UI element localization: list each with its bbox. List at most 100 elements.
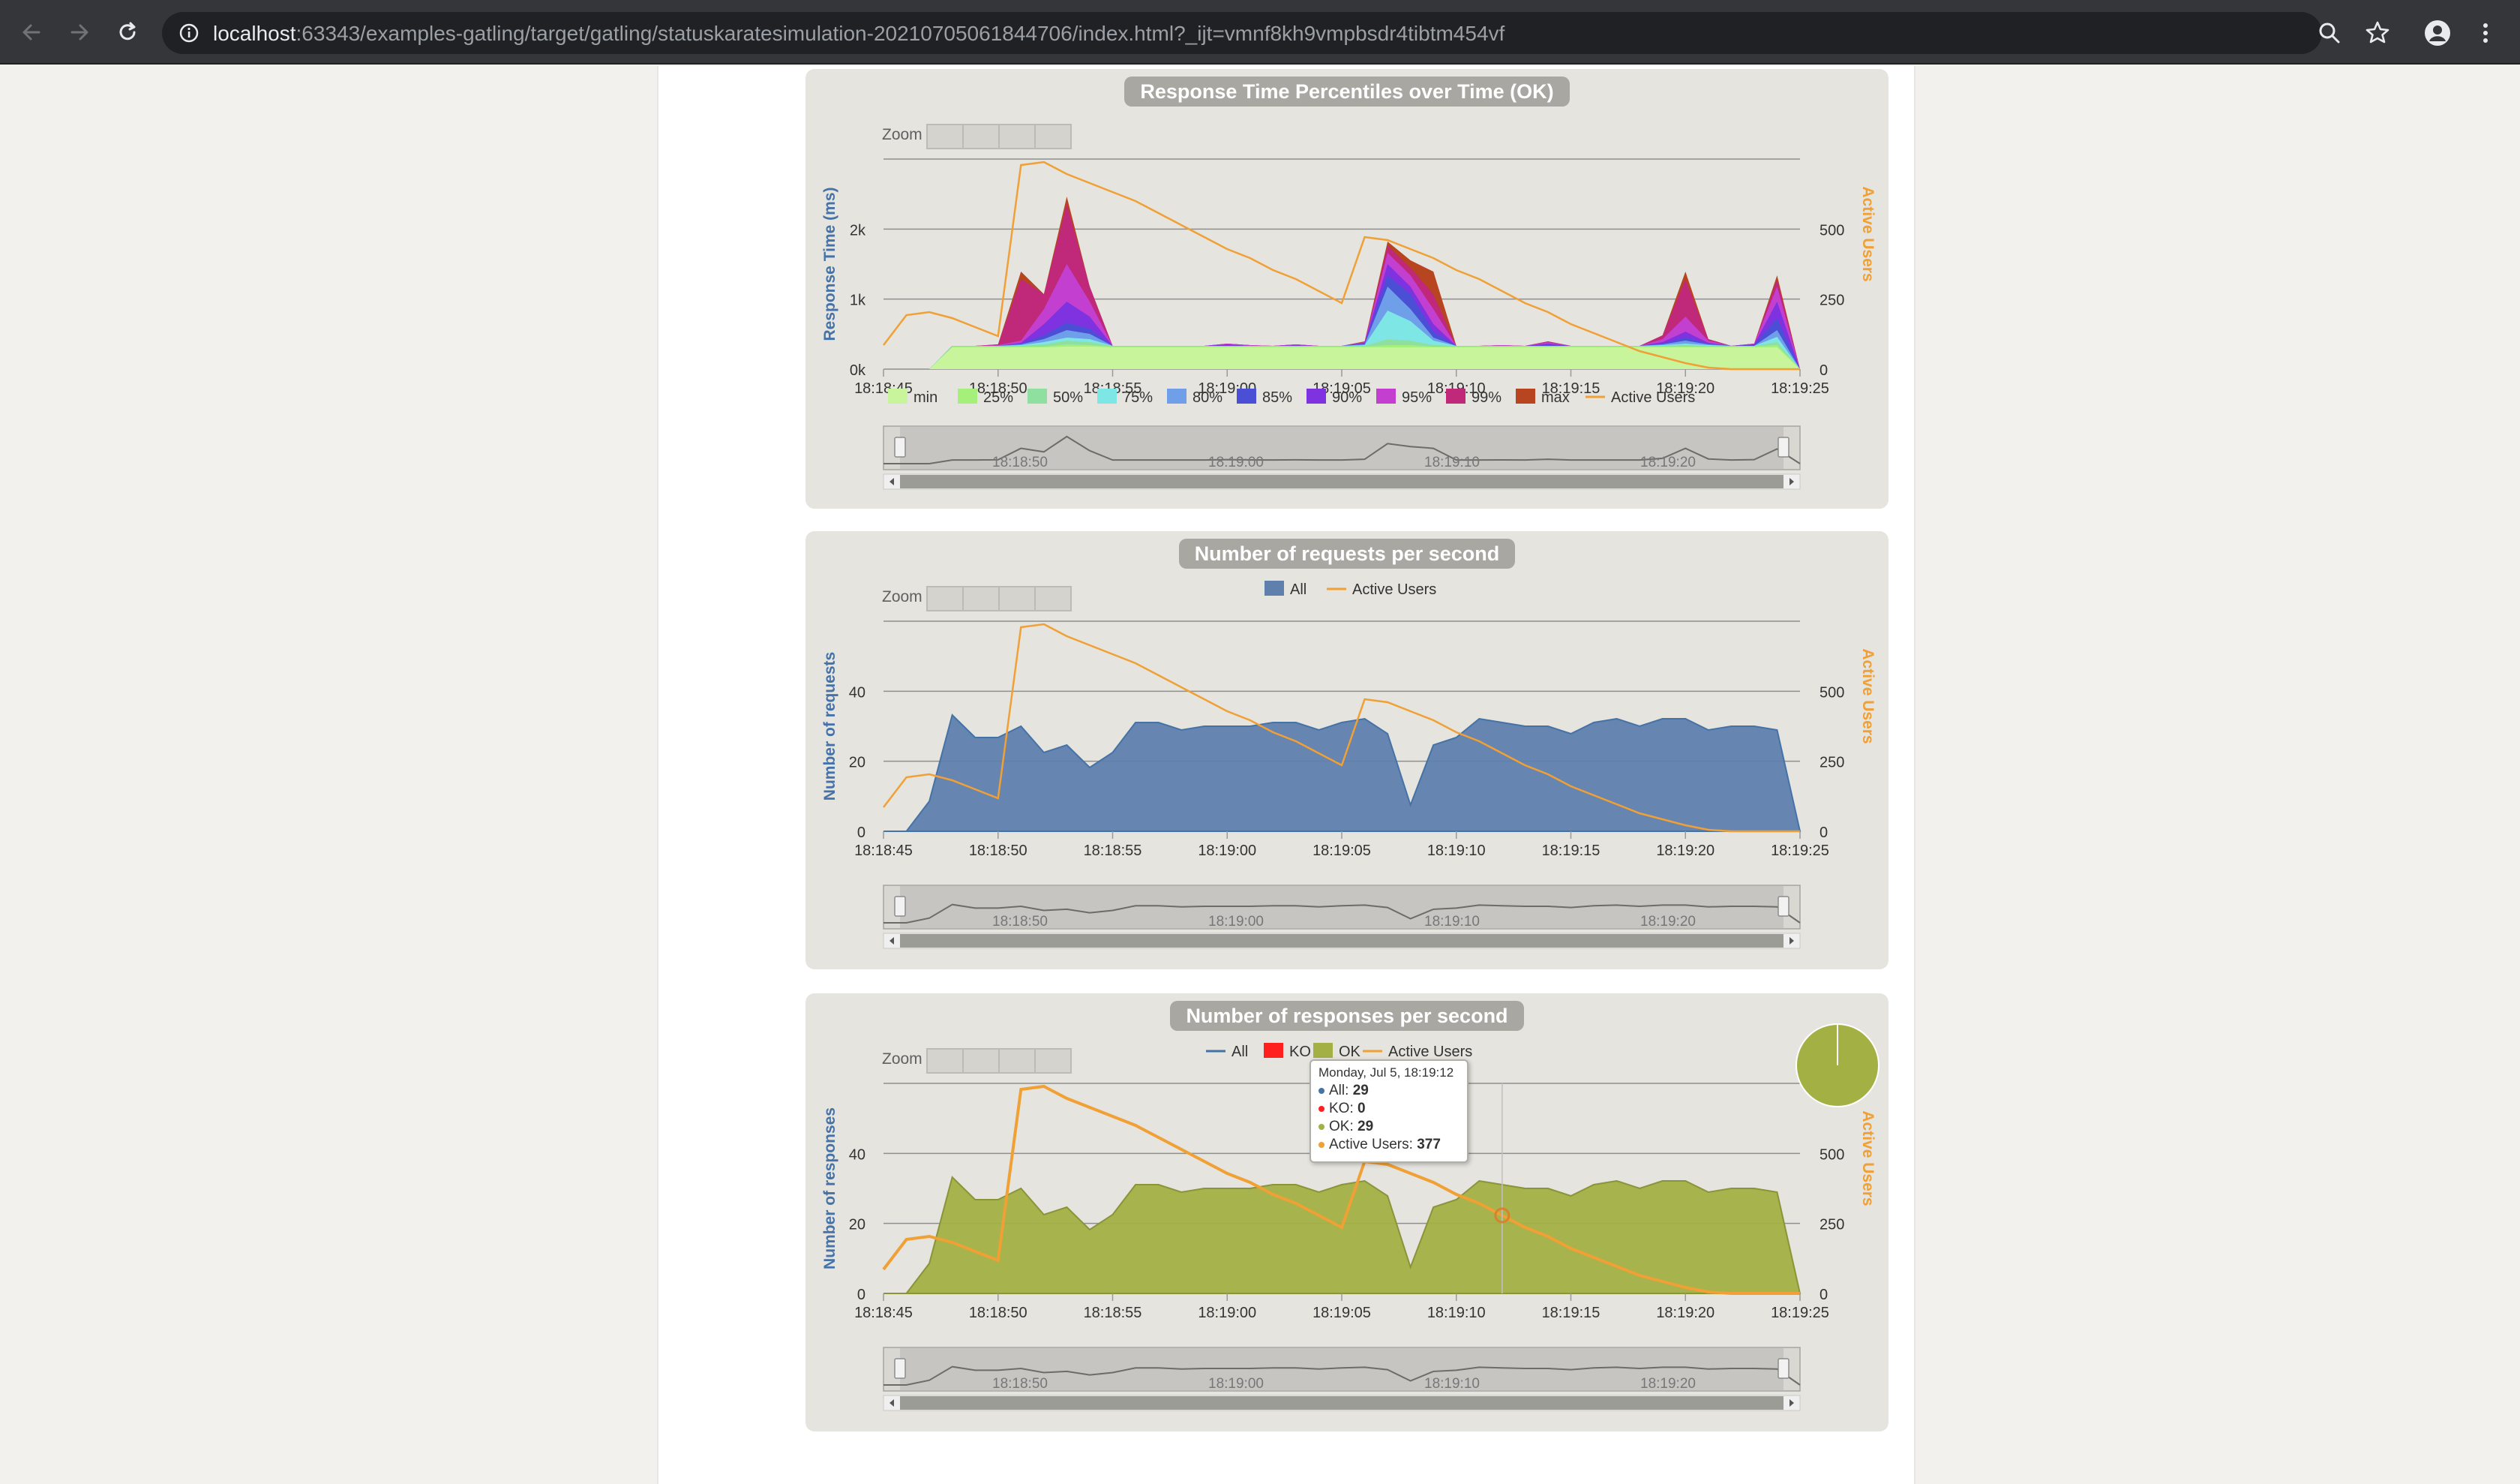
legend-label[interactable]: KO xyxy=(1289,1044,1311,1060)
zoom-button[interactable] xyxy=(1034,124,1072,149)
chart-title-box: Number of responses per second xyxy=(1170,1001,1524,1031)
back-arrow-icon[interactable] xyxy=(18,19,45,46)
scrollbar-thumb[interactable] xyxy=(900,934,1784,948)
y2-tick-label: 500 xyxy=(1820,222,1844,239)
legend-label[interactable]: Active Users xyxy=(1611,389,1695,406)
x-tick-label: 18:19:15 xyxy=(1542,1305,1600,1321)
legend-swatch-ko xyxy=(1264,1043,1283,1058)
legend-swatch-99pct xyxy=(1446,389,1466,404)
y2-tick-label: 250 xyxy=(1820,755,1844,771)
star-icon[interactable] xyxy=(2364,20,2391,47)
zoom-label: Zoom xyxy=(882,588,922,605)
zoom-label: Zoom xyxy=(882,126,922,143)
legend-label[interactable]: max xyxy=(1541,389,1570,406)
legend-label[interactable]: 75% xyxy=(1123,389,1153,406)
scrollbar-thumb[interactable] xyxy=(900,1396,1784,1410)
legend-swatch-min xyxy=(888,389,908,404)
legend-swatch-ok xyxy=(1313,1043,1333,1058)
scrollbar-thumb[interactable] xyxy=(900,475,1784,488)
y-axis-title: Number of requests xyxy=(821,652,838,801)
legend-swatch-75pct xyxy=(1097,389,1117,404)
navigator-tick-label: 18:18:50 xyxy=(992,455,1048,470)
tooltip-row-ok: OK: 29 xyxy=(1318,1118,1460,1136)
y-tick-label: 40 xyxy=(849,1146,866,1163)
address-bar[interactable]: localhost:63343/examples-gatling/target/… xyxy=(162,12,2322,54)
zoom-icon[interactable] xyxy=(2316,20,2343,47)
navigator-handle[interactable] xyxy=(1778,1358,1790,1379)
reload-icon[interactable] xyxy=(114,19,141,46)
profile-icon[interactable] xyxy=(2424,20,2451,47)
chart-title: Number of requests per second xyxy=(1194,542,1500,565)
zoom-button[interactable] xyxy=(1034,586,1072,611)
tooltip-row-ko: KO: 0 xyxy=(1318,1100,1460,1118)
zoom-button[interactable] xyxy=(998,1048,1036,1074)
x-tick-label: 18:19:00 xyxy=(1198,1305,1256,1321)
navigator-handle[interactable] xyxy=(1778,896,1790,917)
x-tick-label: 18:19:25 xyxy=(1771,843,1829,859)
y2-tick-label: 0 xyxy=(1820,1287,1828,1303)
legend-label[interactable]: 85% xyxy=(1262,389,1292,406)
tooltip-row-all: All: 29 xyxy=(1318,1082,1460,1100)
navigator-handle[interactable] xyxy=(894,1358,906,1379)
zoom-button[interactable] xyxy=(962,586,1000,611)
legend-label[interactable]: 80% xyxy=(1192,389,1222,406)
legend-label[interactable]: All xyxy=(1232,1044,1248,1060)
chart-tooltip: Monday, Jul 5, 18:19:12 All: 29 KO: 0 OK… xyxy=(1310,1059,1468,1163)
navigator-tick-label: 18:19:10 xyxy=(1424,1376,1480,1392)
zoom-button[interactable] xyxy=(926,124,964,149)
navigator-handle[interactable] xyxy=(894,896,906,917)
x-tick-label: 18:19:20 xyxy=(1656,1305,1714,1321)
legend-label[interactable]: OK xyxy=(1339,1044,1361,1060)
x-tick-label: 18:18:45 xyxy=(854,843,913,859)
legend-label[interactable]: 25% xyxy=(983,389,1013,406)
zoom-button[interactable] xyxy=(962,124,1000,149)
zoom-button[interactable] xyxy=(926,586,964,611)
y-axis-title: Response Time (ms) xyxy=(821,187,838,341)
kebab-menu-icon[interactable] xyxy=(2472,20,2499,47)
response-time-percentiles-chart: Zoom 0k 1k 2k 0 250 500 Response Time (ms) Activ… xyxy=(821,124,1876,490)
url-text[interactable]: localhost:63343/examples-gatling/target/… xyxy=(213,23,1504,45)
legend-swatch-all xyxy=(1264,581,1284,596)
y2-tick-label: 0 xyxy=(1820,362,1828,379)
navigator-handle[interactable] xyxy=(894,437,906,458)
navigator-handle[interactable] xyxy=(1778,437,1790,458)
forward-arrow-icon[interactable] xyxy=(66,19,93,46)
legend-swatch-85pct xyxy=(1237,389,1256,404)
y2-tick-label: 0 xyxy=(1820,825,1828,841)
zoom-button[interactable] xyxy=(1034,1048,1072,1074)
legend-swatch-95pct xyxy=(1376,389,1396,404)
y-tick-label: 2k xyxy=(850,222,866,239)
zoom-button[interactable] xyxy=(926,1048,964,1074)
y2-tick-label: 500 xyxy=(1820,684,1844,701)
browser-toolbar: localhost:63343/examples-gatling/target/… xyxy=(0,0,2520,65)
y2-axis-title: Active Users xyxy=(1859,1110,1876,1206)
legend-label[interactable]: min xyxy=(914,389,938,406)
x-tick-label: 18:18:45 xyxy=(854,1305,913,1321)
requests-per-second-panel: Zoom 0 20 40 0 250 500 Number of requests Active… xyxy=(806,531,1888,969)
legend-label[interactable]: All xyxy=(1290,581,1306,598)
y-tick-label: 0 xyxy=(857,1287,866,1303)
navigator-tick-label: 18:18:50 xyxy=(992,1376,1048,1392)
x-tick-label: 18:19:25 xyxy=(1771,380,1829,397)
chart-title-box: Response Time Percentiles over Time (OK) xyxy=(1124,77,1570,107)
chart-title-box: Number of requests per second xyxy=(1179,539,1515,569)
y2-tick-label: 500 xyxy=(1820,1146,1844,1163)
legend-label[interactable]: 90% xyxy=(1332,389,1362,406)
x-tick-label: 18:18:50 xyxy=(969,1305,1028,1321)
navigator-tick-label: 18:19:10 xyxy=(1424,455,1480,470)
legend-label[interactable]: Active Users xyxy=(1388,1044,1472,1060)
info-icon[interactable] xyxy=(178,23,200,44)
navigator-tick-label: 18:19:00 xyxy=(1208,914,1264,930)
legend-label[interactable]: 95% xyxy=(1402,389,1432,406)
zoom-button[interactable] xyxy=(962,1048,1000,1074)
x-tick-label: 18:18:50 xyxy=(969,843,1028,859)
legend-label[interactable]: 50% xyxy=(1053,389,1083,406)
x-tick-label: 18:19:00 xyxy=(1198,843,1256,859)
legend-label[interactable]: 99% xyxy=(1472,389,1502,406)
navigator-tick-label: 18:19:20 xyxy=(1640,455,1696,470)
x-tick-label: 18:18:55 xyxy=(1084,1305,1142,1321)
legend-label[interactable]: Active Users xyxy=(1352,581,1436,598)
legend-swatch-25pct xyxy=(958,389,977,404)
zoom-button[interactable] xyxy=(998,124,1036,149)
zoom-button[interactable] xyxy=(998,586,1036,611)
